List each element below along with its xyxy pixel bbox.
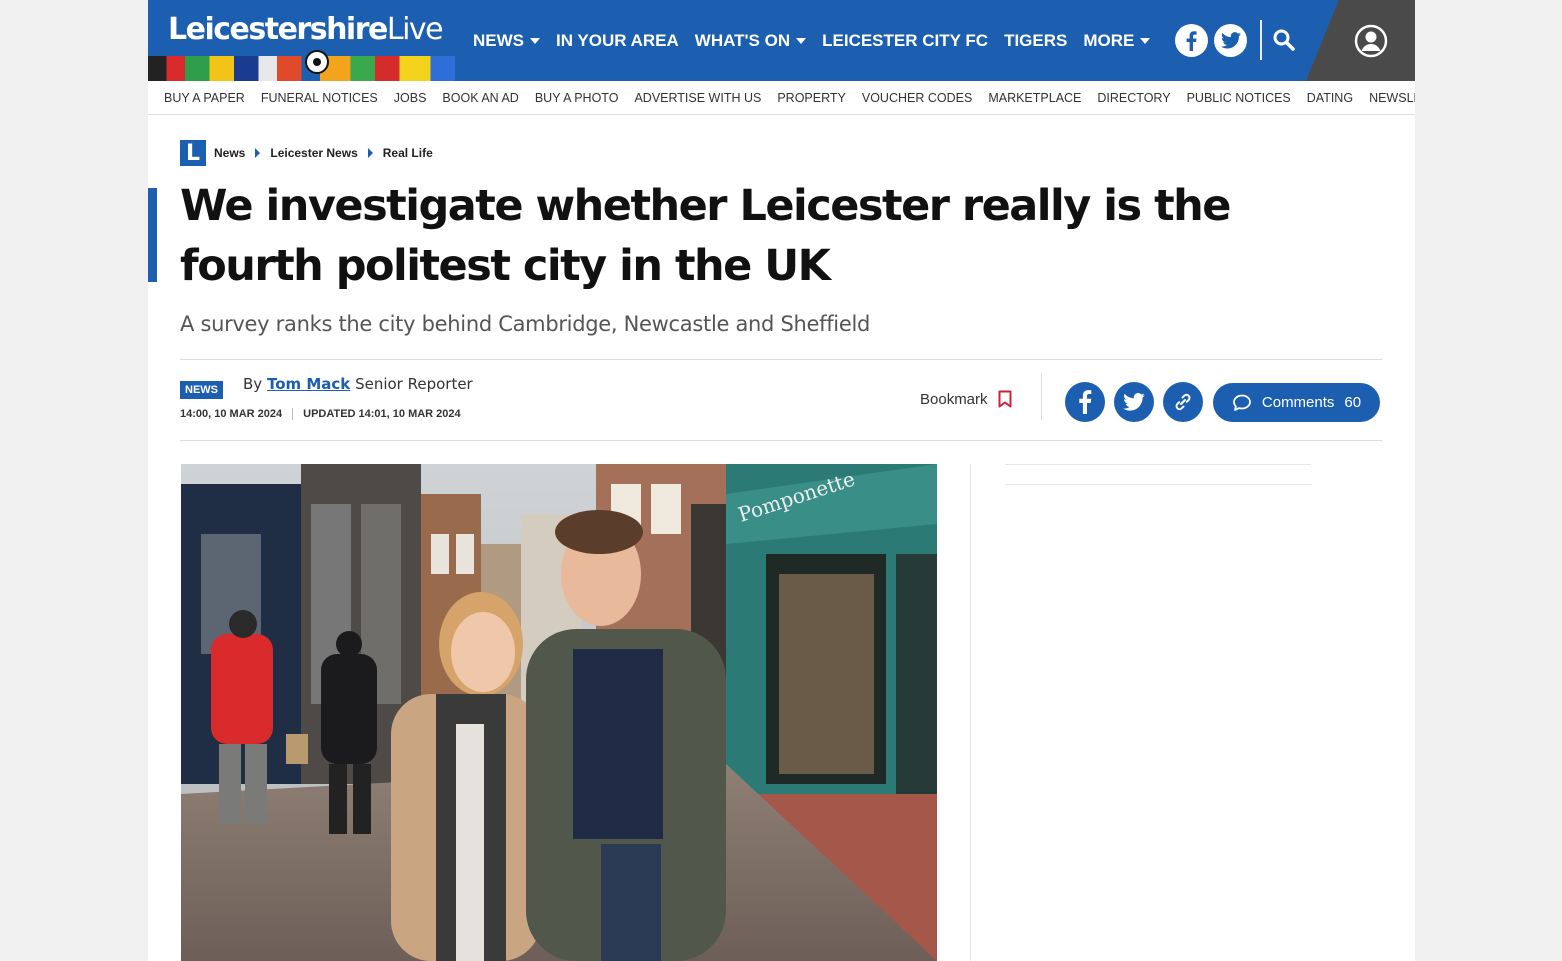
breadcrumb-leicester-news[interactable]: Leicester News (270, 146, 357, 160)
author-link[interactable]: Tom Mack (267, 375, 350, 393)
bookmark-label: Bookmark (920, 390, 988, 408)
comments-count: 60 (1344, 394, 1362, 411)
divider (180, 440, 1382, 441)
share-facebook-button[interactable] (1065, 382, 1105, 422)
subnav-property[interactable]: PROPERTY (777, 91, 846, 105)
breadcrumb-real-life[interactable]: Real Life (383, 146, 433, 160)
published-date: 14:00, 10 MAR 2024 (180, 408, 283, 420)
article-subtitle: A survey ranks the city behind Cambridge… (180, 312, 871, 336)
chevron-right-icon (367, 148, 373, 158)
twitter-icon[interactable] (1214, 24, 1247, 57)
twitter-icon (1123, 393, 1145, 411)
chevron-down-icon (530, 37, 540, 44)
ad-slot-border (1005, 464, 1311, 465)
account-icon[interactable] (1354, 24, 1388, 58)
ad-slot-border (1005, 484, 1311, 485)
article-dates: 14:00, 10 MAR 2024 UPDATED 14:01, 10 MAR… (180, 408, 461, 420)
category-badge[interactable]: NEWS (180, 381, 223, 399)
header-divider (1260, 20, 1262, 60)
actions-divider (1041, 374, 1042, 420)
divider (180, 359, 1382, 360)
logo-text: LeicestershireLive (168, 12, 444, 47)
comments-button[interactable]: Comments 60 (1213, 383, 1380, 422)
by-label: By (243, 375, 263, 393)
byline: By Tom Mack Senior Reporter (243, 375, 473, 393)
breadcrumb-news[interactable]: News (214, 146, 245, 160)
subnav-funeral-notices[interactable]: FUNERAL NOTICES (261, 91, 378, 105)
nav-in-your-area[interactable]: IN YOUR AREA (556, 31, 679, 51)
secondary-nav: BUY A PAPER FUNERAL NOTICES JOBS BOOK AN… (148, 81, 1415, 115)
headline-accent-bar (148, 188, 157, 282)
comment-icon (1232, 394, 1251, 411)
top-bar: LeicestershireLive NEWS IN YOUR AREA WHA… (148, 0, 1415, 81)
search-icon[interactable] (1272, 28, 1296, 52)
chevron-down-icon (1140, 37, 1151, 44)
section-logo-icon[interactable]: L (180, 140, 206, 166)
facebook-icon[interactable] (1175, 24, 1208, 57)
author-role: Senior Reporter (355, 375, 473, 393)
football-icon (305, 50, 329, 74)
copy-link-button[interactable] (1163, 382, 1203, 422)
main-nav: NEWS IN YOUR AREA WHAT'S ON LEICESTER CI… (473, 0, 1151, 81)
street-photo: Pomponette (181, 464, 937, 961)
bookmark-icon (998, 390, 1012, 408)
article-hero-image[interactable]: Pomponette (181, 464, 937, 961)
subnav-buy-a-paper[interactable]: BUY A PAPER (164, 91, 245, 105)
site-logo[interactable]: LeicestershireLive (148, 0, 455, 81)
breadcrumb: L News Leicester News Real Life (180, 140, 433, 166)
subnav-public-notices[interactable]: PUBLIC NOTICES (1187, 91, 1291, 105)
nav-news[interactable]: NEWS (473, 31, 540, 51)
subnav-advertise-with-us[interactable]: ADVERTISE WITH US (634, 91, 761, 105)
subnav-newsletter-signup[interactable]: NEWSLETTER SIGNUP (1369, 91, 1415, 105)
page: LeicestershireLive NEWS IN YOUR AREA WHA… (148, 0, 1415, 961)
bookmark-button[interactable]: Bookmark (920, 390, 1012, 408)
logo-flag-strip (148, 56, 455, 81)
sidebar-divider (970, 464, 971, 961)
subnav-voucher-codes[interactable]: VOUCHER CODES (862, 91, 972, 105)
subnav-marketplace[interactable]: MARKETPLACE (988, 91, 1081, 105)
nav-tigers[interactable]: TIGERS (1004, 31, 1067, 51)
article-headline: We investigate whether Leicester really … (180, 181, 1231, 291)
link-icon (1175, 393, 1191, 411)
nav-more[interactable]: MORE (1083, 31, 1151, 51)
chevron-down-icon (796, 37, 807, 44)
subnav-book-an-ad[interactable]: BOOK AN AD (442, 91, 518, 105)
date-divider (292, 408, 294, 420)
subnav-directory[interactable]: DIRECTORY (1097, 91, 1170, 105)
comments-label: Comments (1261, 394, 1335, 411)
nav-whats-on[interactable]: WHAT'S ON (695, 31, 807, 51)
subnav-buy-a-photo[interactable]: BUY A PHOTO (535, 91, 619, 105)
chevron-right-icon (255, 148, 261, 158)
nav-leicester-city-fc[interactable]: LEICESTER CITY FC (822, 31, 988, 51)
facebook-icon (1079, 390, 1092, 414)
subnav-jobs[interactable]: JOBS (394, 91, 427, 105)
share-twitter-button[interactable] (1114, 382, 1154, 422)
updated-date: UPDATED 14:01, 10 MAR 2024 (303, 408, 461, 420)
subnav-dating[interactable]: DATING (1307, 91, 1353, 105)
